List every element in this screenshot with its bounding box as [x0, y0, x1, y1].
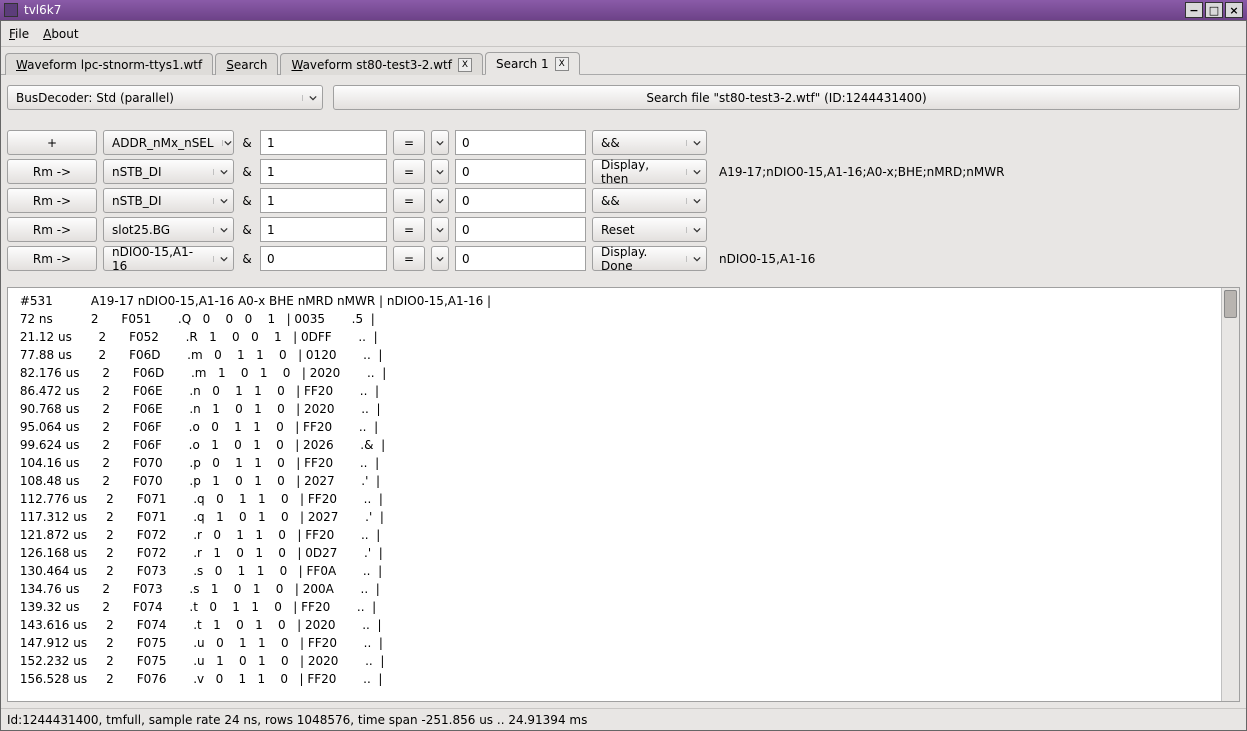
- amp-label: &: [240, 252, 254, 266]
- chevron-down-icon: [686, 140, 706, 146]
- compare-dropdown[interactable]: [431, 130, 449, 155]
- compare-button[interactable]: =: [393, 130, 425, 155]
- value2-input[interactable]: [455, 130, 586, 155]
- filter-first-button[interactable]: Rm ->: [7, 217, 97, 242]
- action-combo[interactable]: Reset: [592, 217, 707, 242]
- compare-button[interactable]: =: [393, 188, 425, 213]
- app-icon: [4, 3, 18, 17]
- compare-button[interactable]: =: [393, 246, 425, 271]
- maximize-button[interactable]: □: [1205, 2, 1223, 18]
- tab-label: Search: [226, 58, 267, 72]
- signal-combo[interactable]: nSTB_DI: [103, 188, 234, 213]
- scrollbar-thumb[interactable]: [1224, 290, 1237, 318]
- value2-input[interactable]: [455, 188, 586, 213]
- menu-about[interactable]: About: [43, 27, 79, 41]
- chevron-down-icon: [222, 140, 233, 146]
- action-combo[interactable]: Display, then: [592, 159, 707, 184]
- signal-combo[interactable]: ADDR_nMx_nSEL: [103, 130, 234, 155]
- value2-input[interactable]: [455, 217, 586, 242]
- signal-combo-label: ADDR_nMx_nSEL: [104, 136, 222, 150]
- tab-label: Search 1: [496, 57, 549, 71]
- action-combo[interactable]: Display. Done: [592, 246, 707, 271]
- tab-close-icon[interactable]: X: [458, 58, 472, 72]
- filter-row-2: Rm -> nSTB_DI & = &&: [7, 188, 1240, 213]
- amp-label: &: [240, 194, 254, 208]
- action-combo-label: Reset: [593, 223, 686, 237]
- tab-0[interactable]: Waveform lpc-stnorm-ttys1.wtf: [5, 53, 213, 75]
- filter-first-button[interactable]: Rm ->: [7, 246, 97, 271]
- amp-label: &: [240, 223, 254, 237]
- chevron-down-icon: [686, 256, 706, 262]
- signal-combo[interactable]: nDIO0-15,A1-16: [103, 246, 234, 271]
- amp-label: &: [240, 165, 254, 179]
- signal-combo-label: nSTB_DI: [104, 165, 213, 179]
- value1-input[interactable]: [260, 246, 387, 271]
- value2-input[interactable]: [455, 159, 586, 184]
- output-text: #531 A19-17 nDIO0-15,A1-16 A0-x BHE nMRD…: [8, 288, 1221, 701]
- filter-first-button[interactable]: Rm ->: [7, 188, 97, 213]
- action-combo-label: Display. Done: [593, 245, 686, 273]
- chevron-down-icon: [213, 256, 233, 262]
- search-file-button[interactable]: Search file "st80-test3-2.wtf" (ID:12444…: [333, 85, 1240, 110]
- filter-row-4: Rm -> nDIO0-15,A1-16 & = Display. Done nDIO0-…: [7, 246, 1240, 271]
- signal-combo[interactable]: nSTB_DI: [103, 159, 234, 184]
- tab-2[interactable]: Waveform st80-test3-2.wtf X: [280, 53, 483, 75]
- chevron-down-icon: [213, 227, 233, 233]
- value1-input[interactable]: [260, 130, 387, 155]
- menu-file[interactable]: File: [9, 27, 29, 41]
- decoder-combo-label: BusDecoder: Std (parallel): [8, 91, 302, 105]
- tab-bar: Waveform lpc-stnorm-ttys1.wtf Search Wavef…: [1, 47, 1246, 75]
- filter-trail-label: nDIO0-15,A1-16: [719, 252, 815, 266]
- chevron-down-icon: [213, 198, 233, 204]
- chevron-down-icon: [302, 95, 322, 101]
- compare-button[interactable]: =: [393, 217, 425, 242]
- signal-combo[interactable]: slot25.BG: [103, 217, 234, 242]
- value1-input[interactable]: [260, 188, 387, 213]
- value2-input[interactable]: [455, 246, 586, 271]
- compare-dropdown[interactable]: [431, 217, 449, 242]
- amp-label: &: [240, 136, 254, 150]
- action-combo-label: &&: [593, 136, 686, 150]
- chevron-down-icon: [686, 198, 706, 204]
- signal-combo-label: nDIO0-15,A1-16: [104, 245, 213, 273]
- filter-first-button[interactable]: Rm ->: [7, 159, 97, 184]
- status-bar: Id:1244431400, tmfull, sample rate 24 ns…: [1, 708, 1246, 730]
- compare-dropdown[interactable]: [431, 159, 449, 184]
- decoder-combo[interactable]: BusDecoder: Std (parallel): [7, 85, 323, 110]
- filter-first-button[interactable]: +: [7, 130, 97, 155]
- window-titlebar: tvl6k7 − □ ×: [0, 0, 1247, 20]
- compare-dropdown[interactable]: [431, 188, 449, 213]
- compare-dropdown[interactable]: [431, 246, 449, 271]
- action-combo-label: &&: [593, 194, 686, 208]
- vertical-scrollbar[interactable]: [1221, 288, 1239, 701]
- value1-input[interactable]: [260, 159, 387, 184]
- action-combo-label: Display, then: [593, 158, 686, 186]
- compare-button[interactable]: =: [393, 159, 425, 184]
- filter-trail-label: A19-17;nDIO0-15,A1-16;A0-x;BHE;nMRD;nMWR: [719, 165, 1004, 179]
- tab-close-icon[interactable]: X: [555, 57, 569, 71]
- signal-combo-label: slot25.BG: [104, 223, 213, 237]
- filter-row-1: Rm -> nSTB_DI & = Display, then A19-17;nDIO0-…: [7, 159, 1240, 184]
- chevron-down-icon: [213, 169, 233, 175]
- minimize-button[interactable]: −: [1185, 2, 1203, 18]
- tab-3[interactable]: Search 1 X: [485, 52, 580, 75]
- tab-label: Waveform lpc-stnorm-ttys1.wtf: [16, 58, 202, 72]
- menubar: File About: [1, 21, 1246, 47]
- action-combo[interactable]: &&: [592, 188, 707, 213]
- tab-1[interactable]: Search: [215, 53, 278, 75]
- filter-row-3: Rm -> slot25.BG & = Reset: [7, 217, 1240, 242]
- close-button[interactable]: ×: [1225, 2, 1243, 18]
- tab-label: Waveform st80-test3-2.wtf: [291, 58, 452, 72]
- output-area: #531 A19-17 nDIO0-15,A1-16 A0-x BHE nMRD…: [7, 287, 1240, 702]
- chevron-down-icon: [686, 169, 706, 175]
- signal-combo-label: nSTB_DI: [104, 194, 213, 208]
- filter-row-0: + ADDR_nMx_nSEL & = &&: [7, 130, 1240, 155]
- value1-input[interactable]: [260, 217, 387, 242]
- action-combo[interactable]: &&: [592, 130, 707, 155]
- window-title: tvl6k7: [24, 3, 1185, 17]
- chevron-down-icon: [686, 227, 706, 233]
